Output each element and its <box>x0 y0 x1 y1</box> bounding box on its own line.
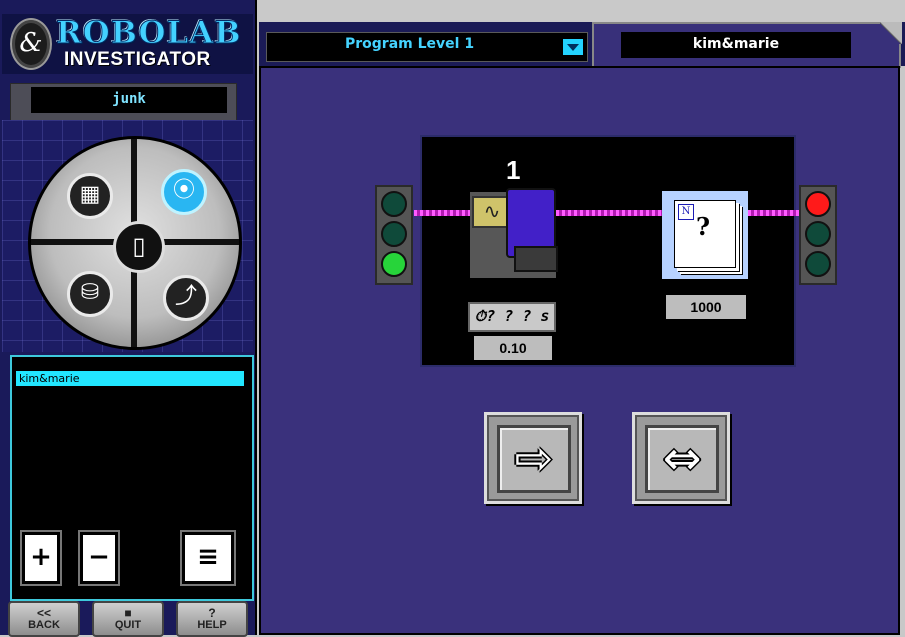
traffic-light-button[interactable]: ⦿ <box>161 169 207 215</box>
beakers-button[interactable]: ⛁ <box>67 271 113 317</box>
back-button[interactable]: << BACK <box>8 601 80 637</box>
help-icon: ? <box>208 606 216 620</box>
lamp-off <box>381 191 407 217</box>
port-number: 1 <box>506 155 521 185</box>
double-arrow-icon: ⇔ <box>645 425 719 493</box>
end-traffic-light[interactable] <box>799 185 837 285</box>
help-label: HELP <box>197 619 227 631</box>
chevron-down-icon[interactable] <box>563 39 583 55</box>
logo-title: ROBOLAB <box>56 15 242 51</box>
help-button[interactable]: ? HELP <box>176 601 248 637</box>
back-icon: << <box>36 606 51 620</box>
pages-button[interactable]: ≡ <box>182 532 234 584</box>
right-arrow-button[interactable]: ⇨ <box>484 412 582 504</box>
quit-label: QUIT <box>114 619 142 631</box>
quit-icon: ■ <box>124 606 132 620</box>
upload-button[interactable]: ⤴ <box>163 275 209 321</box>
quit-button[interactable]: ■ QUIT <box>92 601 164 637</box>
lamp-green <box>381 251 407 277</box>
lamp-off <box>805 251 831 277</box>
page-center-button[interactable]: ▯ <box>113 221 165 273</box>
start-traffic-light[interactable] <box>375 185 413 285</box>
add-page-button[interactable]: + <box>22 532 60 584</box>
logo-mark-icon: & <box>10 18 52 70</box>
double-arrow-button[interactable]: ⇔ <box>632 412 730 504</box>
wire <box>556 210 662 216</box>
back-label: BACK <box>28 619 60 631</box>
program-level-select[interactable]: Program Level 1 <box>266 32 588 62</box>
page-corner-icon[interactable] <box>880 22 902 44</box>
lamp-red <box>805 191 831 217</box>
document-badge: N <box>678 204 694 220</box>
title-strip <box>257 0 905 22</box>
project-name-field[interactable]: junk <box>31 87 227 113</box>
stopwatch-icon: ⏱ <box>474 307 487 325</box>
lamp-off <box>805 221 831 247</box>
right-arrow-icon: ⇨ <box>497 425 571 493</box>
wire <box>414 210 472 216</box>
list-item[interactable]: kim&marie <box>16 371 244 386</box>
logo-subtitle: INVESTIGATOR <box>64 49 211 70</box>
document-value[interactable]: 1000 <box>666 295 746 319</box>
navigation-wheel: ▦ ⦿ ⛁ ⤴ ▯ <box>28 136 242 350</box>
lamp-off <box>381 221 407 247</box>
tab-name-field[interactable]: kim&marie <box>621 32 851 58</box>
timer-modifier[interactable]: ⏱? ? ? s <box>468 302 556 332</box>
wire <box>748 210 800 216</box>
document-question: ? <box>696 212 711 241</box>
calculator-button[interactable]: ▦ <box>67 173 113 219</box>
timer-label: ? ? ? s <box>486 307 550 325</box>
robolab-logo: & ROBOLAB INVESTIGATOR <box>2 14 253 74</box>
program-level-label: Program Level 1 <box>345 36 475 52</box>
rcx-base <box>514 246 558 272</box>
remove-page-button[interactable]: − <box>80 532 118 584</box>
timer-value[interactable]: 0.10 <box>474 336 552 360</box>
